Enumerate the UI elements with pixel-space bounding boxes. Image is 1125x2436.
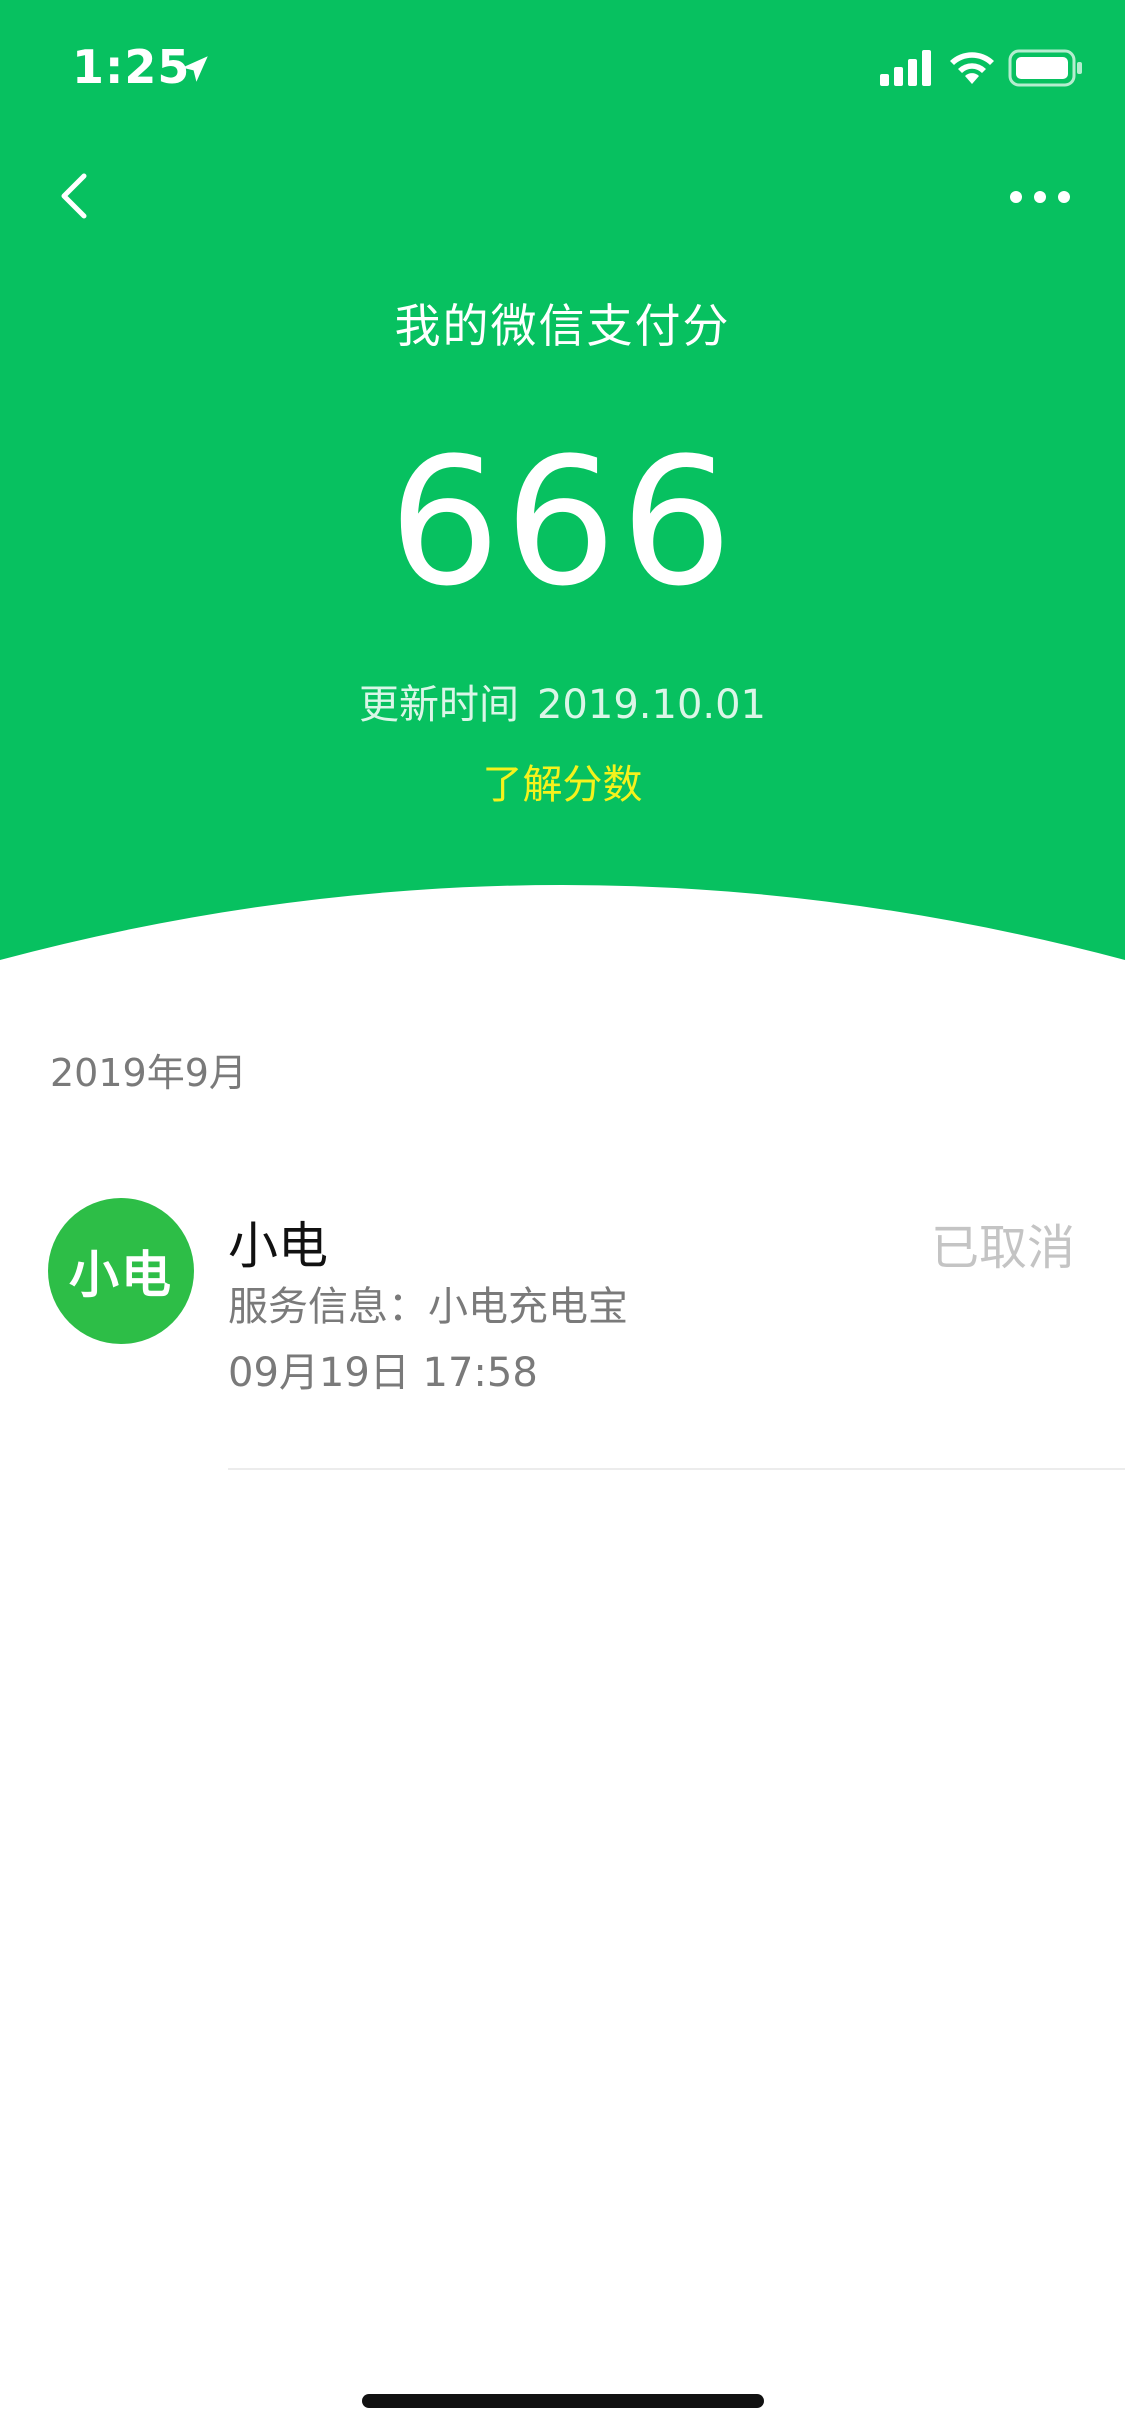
home-indicator[interactable] bbox=[362, 2394, 764, 2408]
list-item[interactable]: 小电 小电 已取消 服务信息：小电充电宝 09月19日 17:58 bbox=[0, 1190, 1125, 1470]
merchant-name: 小电 bbox=[228, 1217, 328, 1275]
back-button[interactable] bbox=[40, 160, 112, 232]
score-value: 666 bbox=[388, 420, 737, 625]
wifi-icon bbox=[950, 52, 994, 84]
service-info: 服务信息：小电充电宝 bbox=[228, 1284, 628, 1330]
update-time-row: 更新时间 2019.10.01 bbox=[0, 672, 1125, 730]
merchant-avatar: 小电 bbox=[48, 1198, 194, 1344]
chevron-left-icon bbox=[61, 173, 87, 219]
more-button[interactable] bbox=[1000, 172, 1080, 222]
page-title: 我的微信支付分 bbox=[394, 299, 731, 353]
month-header: 2019年9月 bbox=[50, 1051, 247, 1095]
status-badge: 已取消 bbox=[930, 1220, 1075, 1276]
location-arrow-icon bbox=[182, 56, 208, 82]
battery-icon bbox=[1008, 49, 1082, 87]
divider bbox=[228, 1468, 1125, 1470]
record-time: 09月19日 17:58 bbox=[228, 1350, 538, 1396]
more-dots-icon bbox=[1010, 191, 1070, 203]
status-time: 1:25 bbox=[72, 40, 191, 94]
cellular-signal-icon bbox=[880, 50, 931, 86]
learn-score-link[interactable]: 了解分数 bbox=[0, 752, 1125, 810]
update-time-label: 更新时间 bbox=[358, 682, 519, 728]
update-time-value: 2019.10.01 bbox=[536, 682, 767, 728]
header-curve bbox=[0, 860, 1125, 980]
